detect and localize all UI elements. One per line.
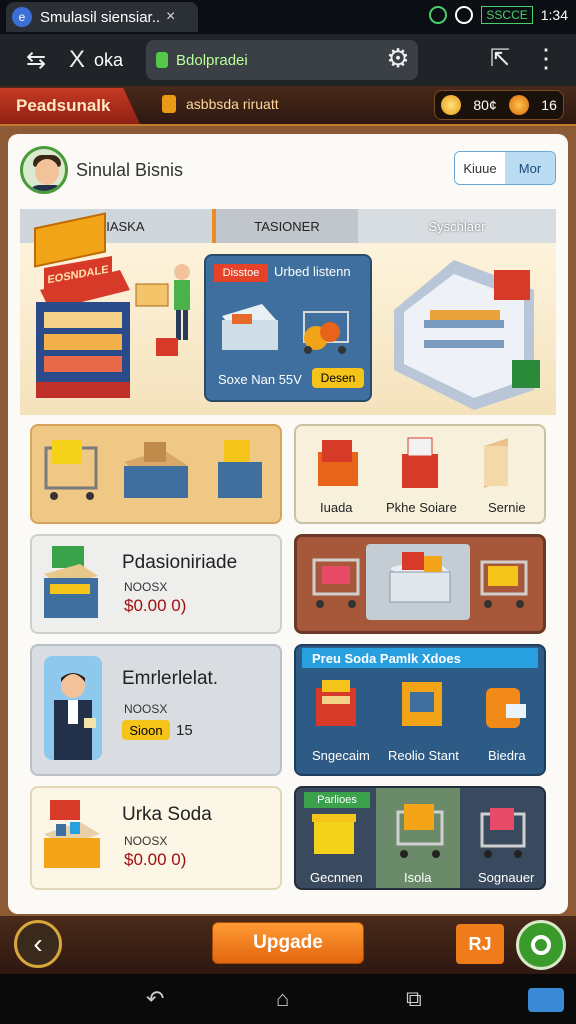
blue-item-3: Biedra [488, 748, 526, 763]
trophy-icon [162, 95, 176, 113]
favicon-icon: e [12, 7, 32, 27]
go-button[interactable] [516, 920, 566, 970]
gem-value: 16 [541, 97, 557, 113]
card-b-title: Emrlerlelat. [122, 668, 219, 689]
product-item-1: Iuada [320, 500, 353, 515]
toggle-left[interactable]: Kiuue [455, 152, 505, 184]
dark-item-1: Gecnnen [310, 870, 363, 885]
nav-recent-icon[interactable]: ⧉ [406, 986, 422, 1012]
status-icons: SSCCE 1:34 [429, 6, 568, 24]
card-c-title: Urka Soda [122, 804, 212, 825]
goods-box-icon [44, 546, 98, 618]
dark-item-2: Isola [404, 870, 432, 885]
tab-close-icon[interactable]: × [166, 8, 175, 26]
blue-panel-icons [316, 680, 526, 728]
url-text: Bdolpradei [176, 51, 248, 69]
browser-tab[interactable]: e Smulasil siensiar.. × [6, 2, 198, 32]
card-c-code: NOOSX [124, 834, 168, 848]
view-toggle[interactable]: Kiuue Mor [454, 151, 556, 185]
counter-title: Urbed listenn [274, 264, 351, 279]
keyboard-icon[interactable] [528, 988, 564, 1012]
counter-caption: Soxe Nan 55V [218, 372, 302, 387]
game-header: Peadsunalk asbbsda riruatt 80¢ 16 [0, 86, 576, 126]
shop-items-icon [44, 440, 262, 500]
toggle-right[interactable]: Mor [505, 152, 555, 184]
tab-title: Smulasil siensiar.. [40, 8, 161, 26]
target-icon [531, 935, 551, 955]
menu-icon[interactable]: ⋮ [526, 43, 566, 74]
counter-button[interactable]: Desen [312, 368, 364, 388]
card-c-price: $0.00 0) [124, 850, 187, 869]
upgrade-button[interactable]: Upgade [212, 922, 364, 964]
cash-register-icon [222, 304, 349, 354]
manager-icon [54, 673, 96, 760]
card-b-tag[interactable]: Sioon [122, 720, 170, 740]
shopper-icon [135, 264, 190, 356]
card-b-count: 15 [176, 722, 193, 739]
card-b-code: NOOSX [124, 702, 168, 716]
blue-item-1: Sngecaim [312, 748, 370, 763]
r-button[interactable]: RJ [456, 924, 504, 964]
soda-stand-icon [44, 800, 100, 868]
clock: 1:34 [540, 7, 568, 23]
store-room-icon [394, 260, 540, 410]
avatar[interactable] [20, 146, 68, 194]
product-item-2: Pkhe Soiare [386, 500, 457, 515]
tab-2[interactable]: TASIONER [212, 209, 358, 243]
coin-value: 80¢ [473, 97, 497, 113]
header-subtitle: asbbsda riruatt [186, 96, 279, 112]
card-a-title: Pdasioniriade [122, 552, 238, 573]
card-a-price: $0.00 0) [124, 596, 187, 615]
ok-label[interactable]: oka [94, 50, 123, 71]
gem-icon [509, 95, 530, 115]
tab-3[interactable]: Syschlaer [358, 209, 556, 243]
dark-panel-icons [312, 804, 526, 858]
products-icon [318, 437, 508, 488]
gear-icon[interactable]: ⚙ [378, 43, 418, 74]
alarm-icon [455, 6, 474, 24]
blue-panel-header: Preu Soda Pamlk Xdoes [302, 648, 538, 668]
nav-back-icon[interactable]: ↶ [146, 986, 164, 1012]
lock-icon [156, 52, 168, 68]
back-button[interactable]: ‹ [14, 920, 62, 968]
shopping-carts-icon [312, 552, 528, 608]
battery-indicator: SSCCE [481, 6, 533, 24]
signal-icon [429, 6, 448, 24]
card-a-code: NOOSX [124, 580, 168, 594]
currency-box[interactable]: 80¢ 16 [434, 90, 564, 120]
product-item-3: Sernie [488, 500, 526, 515]
share-icon[interactable]: ⇱ [480, 44, 520, 73]
swap-icon[interactable]: ⇆ [16, 46, 56, 75]
profile-title: Sinulal Bisnis [76, 160, 184, 180]
nav-home-icon[interactable]: ⌂ [276, 986, 289, 1012]
avatar-face [35, 159, 59, 185]
status-bar: e Smulasil siensiar.. × SSCCE 1:34 [0, 0, 576, 34]
counter-tag: Disstoe [214, 264, 268, 282]
close-icon[interactable]: X [62, 46, 92, 74]
chevron-left-icon: ‹ [33, 928, 43, 959]
dark-item-3: Sognauer [478, 870, 535, 885]
coin-icon [441, 95, 462, 115]
blue-item-2: Reolio Stant [388, 748, 459, 763]
browser-toolbar: ⇆ X oka Bdolpradei ⚙ ⇱ ⋮ [0, 34, 576, 86]
brand-title: Peadsunalk [0, 88, 140, 124]
system-nav: ↶ ⌂ ⧉ [0, 974, 576, 1024]
